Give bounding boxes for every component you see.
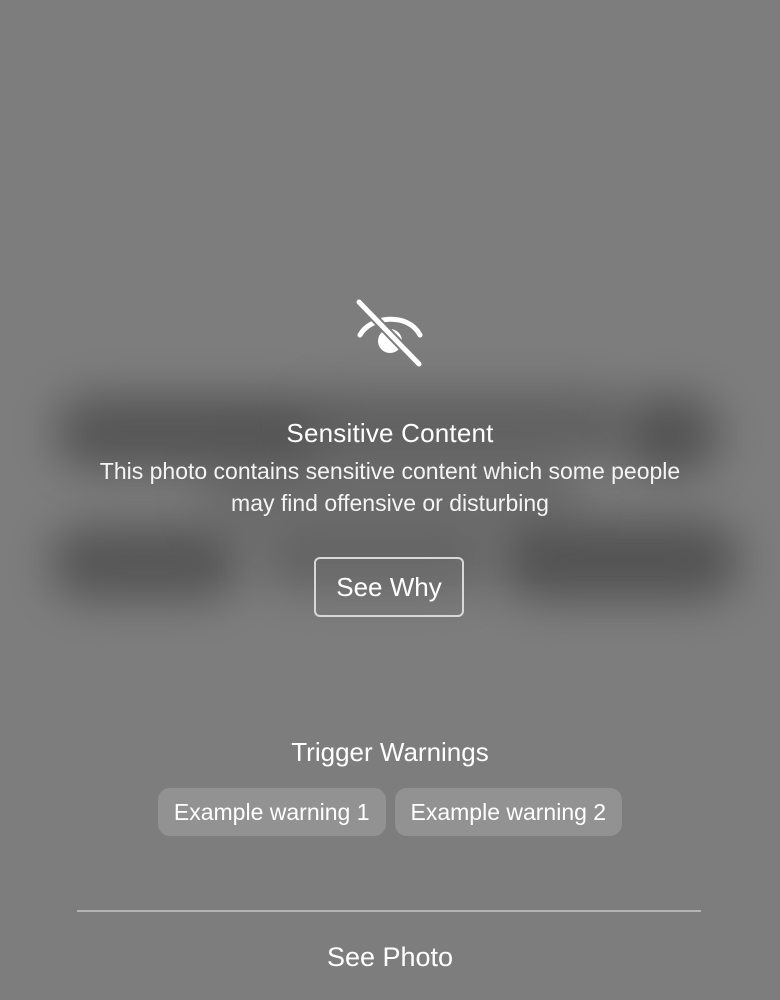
trigger-warning-chip[interactable]: Example warning 1 [157, 788, 386, 836]
sensitive-content-title: Sensitive Content [286, 418, 494, 448]
trigger-warnings-title: Trigger Warnings [291, 737, 489, 767]
trigger-warning-chips: Example warning 1 Example warning 2 [0, 788, 780, 836]
sensitive-content-overlay: Sensitive Content This photo contains se… [0, 0, 780, 1000]
divider [77, 910, 701, 912]
sensitive-content-description: This photo contains sensitive content wh… [99, 458, 681, 516]
eye-slash-icon [354, 298, 424, 369]
sensitive-content-screen: Sensitive Content This photo contains se… [0, 0, 780, 1000]
see-why-button[interactable]: See Why [314, 557, 464, 617]
trigger-warning-chip[interactable]: Example warning 2 [394, 788, 623, 836]
see-photo-button[interactable]: See Photo [240, 930, 540, 984]
